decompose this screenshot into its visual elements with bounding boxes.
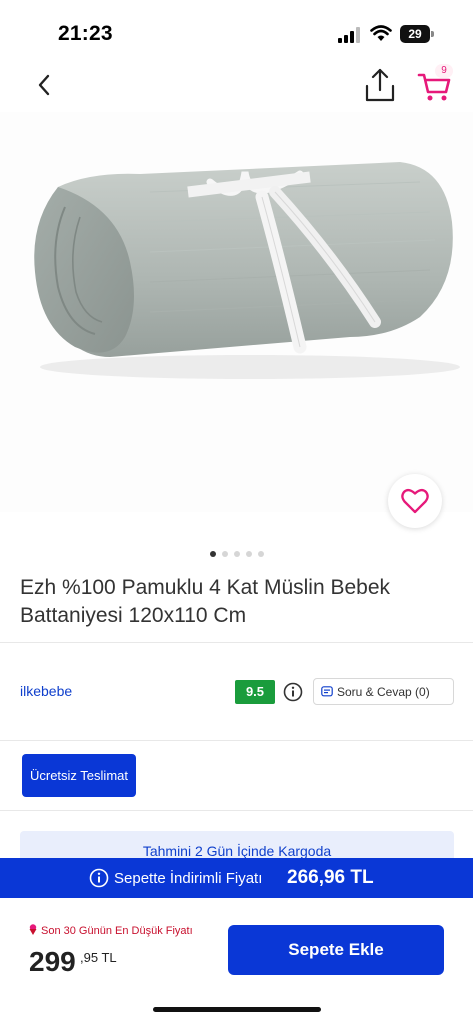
pager-dot[interactable] [257,551,264,557]
pager-dot[interactable] [221,551,228,557]
price-cents: ,95 TL [80,950,117,965]
discount-label: Sepette İndirimli Fiyatı [114,870,263,887]
status-bar: 21:23 29 [0,0,473,60]
info-icon [89,868,109,888]
free-shipping-badge[interactable]: Ücretsiz Teslimat [22,754,136,797]
questions-answers-button[interactable]: Soru & Cevap (0) [313,678,454,705]
basket-discount-bar: Sepette İndirimli Fiyatı 266,96 TL [0,858,473,898]
cart-count-badge: 9 [435,64,453,78]
divider [0,810,473,811]
pager-dot[interactable] [209,551,216,557]
discount-price: 266,96 TL [287,867,374,888]
image-pager-dots [0,551,473,557]
product-image[interactable] [0,112,473,512]
battery-level: 29 [400,25,430,43]
divider [0,740,473,741]
purchase-panel: Son 30 Günün En Düşük Fiyatı 299 ,95 TL … [0,898,473,1024]
pager-dot[interactable] [233,551,240,557]
product-title: Ezh %100 Pamuklu 4 Kat Müslin Bebek Batt… [20,576,391,627]
info-icon[interactable] [283,682,303,702]
seller-rating-badge: 9.5 [235,680,275,704]
divider [0,642,473,643]
qa-label: Soru & Cevap (0) [337,685,430,699]
chat-icon [321,686,333,697]
heart-outline-icon [401,488,429,514]
share-icon[interactable] [362,66,398,104]
home-indicator[interactable] [153,1007,321,1012]
price-drop-icon [29,924,37,935]
chevron-left-icon[interactable] [30,70,58,100]
pager-dot[interactable] [245,551,252,557]
add-to-cart-button[interactable]: Sepete Ekle [228,925,444,975]
product-photo [34,162,460,379]
status-time: 21:23 [58,22,113,45]
top-nav-bar: 9 [0,60,473,110]
cellular-signal-icon [338,27,360,43]
price-main: 299 [29,946,76,977]
wifi-icon [370,25,392,41]
battery-icon: 29 [400,25,434,43]
delivery-estimate-text: Tahmini 2 Gün İçinde Kargoda [142,843,332,859]
favorite-button[interactable] [388,474,442,528]
lowest-price-label: Son 30 Günün En Düşük Fiyatı [41,925,193,937]
seller-name-link[interactable]: ilkebebe [20,683,72,699]
